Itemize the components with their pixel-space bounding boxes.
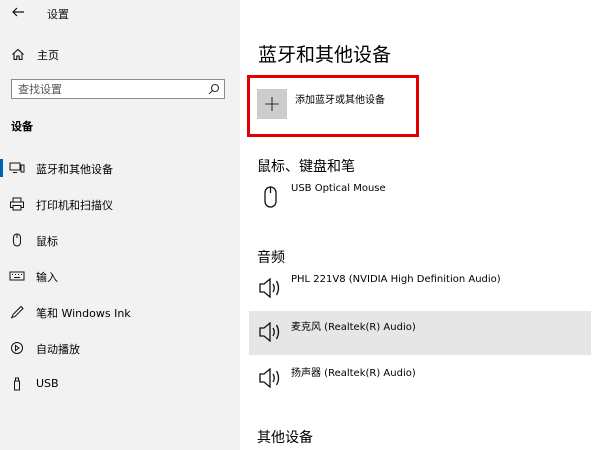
section-heading-audio: 音频 xyxy=(257,250,285,266)
device-item[interactable]: USB Optical Mouse xyxy=(249,176,591,220)
mouse-icon xyxy=(264,186,277,208)
device-item[interactable]: 扬声器 (Realtek(R) Audio) xyxy=(249,357,591,401)
sidebar-item-label: 笔和 Windows Ink xyxy=(36,307,131,320)
sidebar-item-label: 鼠标 xyxy=(36,235,58,248)
speaker-icon xyxy=(259,277,280,299)
add-device-label[interactable]: 添加蓝牙或其他设备 xyxy=(295,91,385,106)
device-name: PHL 221V8 (NVIDIA High Definition Audio) xyxy=(291,274,501,285)
mouse-icon xyxy=(13,233,21,247)
home-icon xyxy=(12,48,24,61)
printer-icon xyxy=(10,197,24,211)
plus-icon xyxy=(265,97,279,111)
sidebar-item-printers[interactable]: 打印机和扫描仪 xyxy=(0,191,240,217)
sidebar-section-devices: 设备 xyxy=(11,120,33,133)
sidebar-item-home[interactable]: 主页 xyxy=(0,44,240,66)
speaker-icon xyxy=(259,321,280,343)
sidebar-item-label: USB xyxy=(36,377,59,390)
device-item[interactable]: 麦克风 (Realtek(R) Audio) xyxy=(249,311,591,355)
sidebar-item-autoplay[interactable]: 自动播放 xyxy=(0,335,240,361)
main-content: 蓝牙和其他设备 添加蓝牙或其他设备 鼠标、键盘和笔 USB Optical Mo… xyxy=(240,0,600,450)
search-input[interactable] xyxy=(12,80,203,98)
device-name: USB Optical Mouse xyxy=(291,183,386,194)
keyboard-icon xyxy=(9,271,25,281)
sidebar-item-mouse[interactable]: 鼠标 xyxy=(0,227,240,253)
autoplay-icon xyxy=(11,342,23,354)
device-icon xyxy=(9,162,25,173)
page-title: 蓝牙和其他设备 xyxy=(258,44,392,66)
search-box[interactable] xyxy=(11,79,225,99)
window-title: 设置 xyxy=(47,8,69,21)
sidebar-item-typing[interactable]: 输入 xyxy=(0,263,240,289)
sidebar: 设置 主页 设备 蓝牙和其他设备 打印机和扫描仪 xyxy=(0,0,240,450)
device-item[interactable]: PHL 221V8 (NVIDIA High Definition Audio) xyxy=(249,267,591,311)
sidebar-item-label: 蓝牙和其他设备 xyxy=(36,163,113,176)
speaker-icon xyxy=(259,367,280,389)
sidebar-item-usb[interactable]: USB xyxy=(0,371,240,397)
add-device-button[interactable] xyxy=(257,89,287,119)
back-arrow-icon xyxy=(12,7,24,17)
back-button[interactable] xyxy=(8,2,30,24)
device-name: 扬声器 (Realtek(R) Audio) xyxy=(291,368,416,379)
usb-icon xyxy=(14,377,20,391)
device-name: 麦克风 (Realtek(R) Audio) xyxy=(291,322,416,333)
sidebar-item-bluetooth[interactable]: 蓝牙和其他设备 xyxy=(0,155,240,181)
active-indicator xyxy=(0,159,3,177)
sidebar-item-label: 输入 xyxy=(36,271,58,284)
sidebar-item-label: 打印机和扫描仪 xyxy=(36,199,113,212)
pen-icon xyxy=(10,305,24,319)
sidebar-item-pen[interactable]: 笔和 Windows Ink xyxy=(0,299,240,325)
section-heading-other-devices: 其他设备 xyxy=(257,430,313,446)
home-label: 主页 xyxy=(37,49,59,62)
sidebar-item-label: 自动播放 xyxy=(36,343,80,356)
search-icon[interactable] xyxy=(208,83,220,95)
section-heading-mouse-keyboard-pen: 鼠标、键盘和笔 xyxy=(257,159,355,175)
